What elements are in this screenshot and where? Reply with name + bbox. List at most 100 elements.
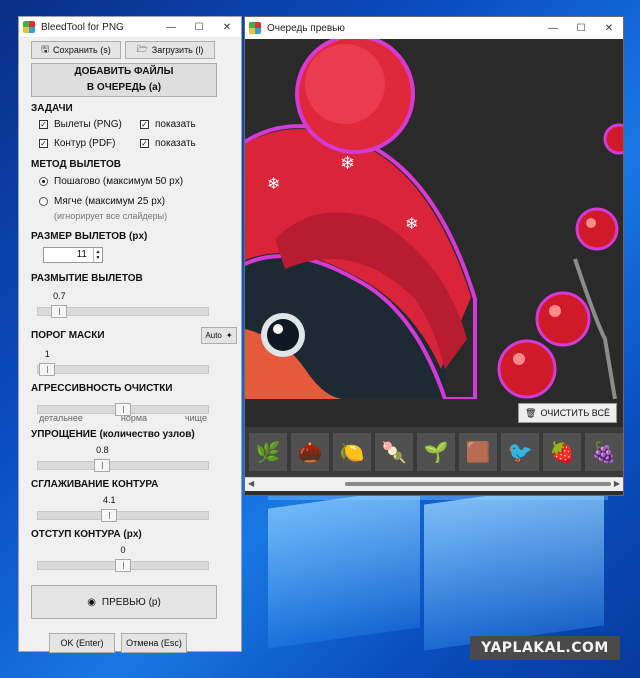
magic-wand-icon: ✦: [225, 330, 233, 340]
mask-slider[interactable]: 1: [37, 349, 209, 377]
smooth-slider[interactable]: 4.1: [37, 495, 209, 523]
slider-thumb[interactable]: [51, 305, 68, 318]
thumbnail[interactable]: 🍇: [585, 433, 623, 471]
simplify-slider[interactable]: 0.8: [37, 445, 209, 473]
tasks-heading: ЗАДАЧИ: [31, 103, 73, 114]
radio-dot: [39, 176, 48, 186]
eye-icon: ◉: [87, 596, 96, 608]
radio-dot: [39, 196, 48, 206]
blur-value: 0.7: [53, 291, 66, 301]
minimize-icon[interactable]: —: [157, 17, 185, 37]
offset-heading: ОТСТУП КОНТУРА (px): [31, 529, 142, 540]
mask-heading: ПОРОГ МАСКИ: [31, 329, 105, 341]
bleeds-label: Вылеты (PNG): [54, 119, 122, 130]
app-icon: [23, 21, 35, 33]
simplify-heading: УПРОЩЕНИЕ (количество узлов): [31, 429, 195, 440]
slider-thumb[interactable]: [94, 459, 111, 472]
method-soft-hint: (игнорирует все слайдеры): [54, 211, 168, 221]
preview-queue-window: Очередь превью — ☐ ✕ ❄ ❄ ❄ 🗑 ОЧИСТИТЬ ВС…: [244, 16, 624, 496]
trash-icon: 🗑: [525, 407, 537, 418]
bullfinch-hat-artwork: ❄ ❄ ❄: [245, 39, 623, 399]
slider-thumb[interactable]: [115, 559, 131, 572]
clear-all-label: ОЧИСТИТЬ ВСЁ: [540, 408, 610, 418]
show-label: показать: [155, 138, 196, 149]
thumbnail[interactable]: 🍓: [543, 433, 581, 471]
offset-value: 0: [120, 545, 126, 555]
method-heading: МЕТОД ВЫЛЕТОВ: [31, 159, 121, 170]
mask-value: 1: [44, 349, 50, 359]
auto-label: Auto: [205, 330, 222, 340]
spin-arrows-icon[interactable]: ▲ ▼: [93, 248, 102, 262]
thumbnail[interactable]: 🟫: [459, 433, 497, 471]
thumbnail[interactable]: 🌱: [417, 433, 455, 471]
checkbox-box: ✓: [140, 139, 149, 148]
method-step-label: Пошагово (максимум 50 px): [54, 175, 184, 187]
thumbnail[interactable]: 🌰: [291, 433, 329, 471]
show-bleeds-checkbox[interactable]: ✓ показать: [140, 119, 241, 130]
load-button[interactable]: 🗁 Загрузить (l): [125, 41, 215, 59]
desktop-glow-right: [424, 479, 604, 651]
tick-cleaner: чище: [184, 413, 207, 423]
cancel-button[interactable]: Отмена (Esc): [121, 633, 187, 653]
smooth-value: 4.1: [102, 495, 116, 505]
method-step-radio[interactable]: Пошагово (максимум 50 px): [39, 171, 241, 191]
aggressiveness-slider[interactable]: [37, 389, 209, 416]
clear-all-button[interactable]: 🗑 ОЧИСТИТЬ ВСЁ: [518, 403, 617, 423]
scrollbar-thumb[interactable]: [345, 482, 611, 486]
preview-titlebar: Очередь превью — ☐ ✕: [245, 17, 623, 39]
watermark: YAPLAKAL.COM: [470, 636, 620, 660]
thumbnail[interactable]: 🌿: [249, 433, 287, 471]
floppy-icon: 🖫: [41, 44, 49, 54]
preview-button[interactable]: ◉ ПРЕВЬЮ (p): [31, 585, 217, 619]
bleedtool-window: BleedTool for PNG — ☐ ✕ 🖫 Сохранить (s) …: [18, 16, 242, 653]
show-outline-checkbox[interactable]: ✓ показать: [140, 138, 241, 149]
slider-thumb[interactable]: [115, 403, 131, 416]
offset-slider[interactable]: 0: [37, 545, 209, 573]
outline-label: Контур (PDF): [54, 138, 116, 149]
tool-titlebar: BleedTool for PNG — ☐ ✕: [19, 17, 241, 37]
desktop-glow-left: [268, 487, 420, 649]
smooth-heading: СГЛАЖИВАНИЕ КОНТУРА: [31, 479, 159, 490]
bleed-size-heading: РАЗМЕР ВЫЛЕТОВ (px): [31, 231, 148, 242]
save-button[interactable]: 🖫 Сохранить (s): [31, 41, 121, 59]
blur-heading: РАЗМЫТИЕ ВЫЛЕТОВ: [31, 273, 143, 284]
scroll-right-icon[interactable]: ▶: [614, 479, 620, 488]
maximize-icon[interactable]: ☐: [185, 17, 213, 37]
simplify-value: 0.8: [96, 445, 109, 455]
app-icon: [249, 22, 261, 34]
thumbnail[interactable]: 🐦: [501, 433, 539, 471]
bleed-size-value: 11: [76, 249, 87, 260]
thumbnail-strip: 🌿 🌰 🍋 🍡 🌱 🟫 🐦 🍓 🍇: [245, 427, 623, 477]
add-files-button[interactable]: ДОБАВИТЬ ФАЙЛЫ В ОЧЕРЕДЬ (a): [31, 63, 217, 97]
minimize-icon[interactable]: —: [539, 18, 567, 38]
checkbox-box: ✓: [140, 120, 149, 129]
show-label: показать: [155, 119, 196, 130]
scroll-left-icon[interactable]: ◀: [248, 479, 254, 488]
bleed-size-spinbox[interactable]: 11 ▲ ▼: [43, 247, 103, 263]
maximize-icon[interactable]: ☐: [567, 18, 595, 38]
close-icon[interactable]: ✕: [213, 17, 241, 37]
ok-button[interactable]: OK (Enter): [49, 633, 115, 653]
bleeds-checkbox[interactable]: ✓ Вылеты (PNG): [39, 119, 140, 130]
thumbnail[interactable]: 🍡: [375, 433, 413, 471]
tick-detailed: детальнее: [39, 413, 83, 423]
auto-mask-button[interactable]: Auto ✦: [201, 326, 237, 344]
add-files-label-1: ДОБАВИТЬ ФАЙЛЫ: [74, 66, 174, 77]
slider-thumb[interactable]: [101, 509, 118, 522]
preview-label: ПРЕВЬЮ (p): [101, 596, 161, 608]
blur-slider[interactable]: 0.7: [37, 291, 209, 319]
thumbnail[interactable]: 🍋: [333, 433, 371, 471]
ok-label: OK (Enter): [60, 638, 104, 648]
slider-thumb[interactable]: [39, 363, 56, 376]
svg-text:❄: ❄: [340, 153, 355, 173]
slider-track: [37, 365, 209, 374]
horizontal-scrollbar[interactable]: ◀ ▶: [245, 477, 623, 491]
cancel-label: Отмена (Esc): [126, 638, 182, 648]
load-button-label: Загрузить (l): [151, 45, 204, 55]
method-soft-radio[interactable]: Мягче (максимум 25 px): [39, 191, 241, 211]
window-title: BleedTool for PNG: [41, 21, 124, 33]
close-icon[interactable]: ✕: [595, 18, 623, 38]
method-soft-label: Мягче (максимум 25 px): [54, 195, 166, 207]
outline-checkbox[interactable]: ✓ Контур (PDF): [39, 138, 140, 149]
save-button-label: Сохранить (s): [52, 45, 111, 55]
